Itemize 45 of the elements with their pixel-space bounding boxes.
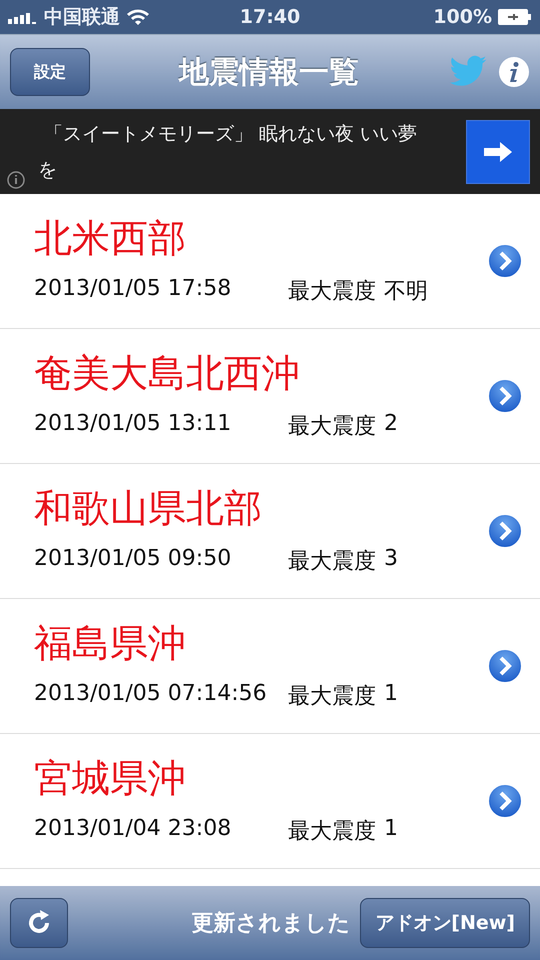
date-time: 2013/01/05 13:11 <box>34 411 232 438</box>
disclosure-icon[interactable] <box>486 242 524 280</box>
intensity-label: 最大震度 <box>288 818 376 846</box>
intensity-value: 3 <box>384 546 398 573</box>
intensity-value: 不明 <box>384 278 428 306</box>
arrow-icon <box>482 140 514 164</box>
signal-icon <box>8 10 38 24</box>
page-title: 地震情報一覧 <box>177 54 360 92</box>
info-icon[interactable] <box>498 56 530 88</box>
intensity-value: 1 <box>384 681 398 708</box>
place-name: 奄美大島北西沖 <box>34 351 301 395</box>
place-name: 宮城県沖 <box>34 756 187 800</box>
quake-row[interactable]: 和歌山県北部 2013/01/05 09:50 最大震度 3 <box>0 464 540 599</box>
intensity-label: 最大震度 <box>288 413 376 441</box>
info-icon[interactable] <box>6 170 26 190</box>
refresh-button[interactable] <box>10 898 68 948</box>
wifi-icon <box>126 8 150 26</box>
disclosure-icon[interactable] <box>486 377 524 415</box>
intensity-label: 最大震度 <box>288 683 376 711</box>
intensity-label: 最大震度 <box>288 278 376 306</box>
settings-button[interactable]: 設定 <box>10 48 90 96</box>
date-time: 2013/01/05 09:50 <box>34 546 232 573</box>
quake-row[interactable]: 奄美大島北西沖 2013/01/05 13:11 最大震度 2 <box>0 329 540 464</box>
intensity-value: 2 <box>384 411 398 438</box>
quake-row[interactable]: 福島県沖 2013/01/05 07:14:56 最大震度 1 <box>0 599 540 734</box>
date-time: 2013/01/05 07:14:56 <box>34 681 268 708</box>
arrow-button[interactable] <box>466 120 530 184</box>
quake-row[interactable]: 北米西部 2013/01/05 17:58 最大震度 不明 <box>0 194 540 329</box>
place-name: 和歌山県北部 <box>34 486 263 530</box>
update-status: 更新されました <box>190 910 350 938</box>
disclosure-icon[interactable] <box>486 782 524 820</box>
intensity-value: 1 <box>384 816 398 843</box>
carrier-name: 中国联通 <box>44 5 120 30</box>
intensity-label: 最大震度 <box>288 548 376 576</box>
battery-icon <box>498 9 532 25</box>
date-time: 2013/01/04 23:08 <box>34 816 232 843</box>
date-time: 2013/01/05 17:58 <box>34 276 232 303</box>
quake-row[interactable]: 宮城県沖 2013/01/04 23:08 最大震度 1 <box>0 734 540 869</box>
place-name: 福島県沖 <box>34 621 187 665</box>
disclosure-icon[interactable] <box>486 512 524 550</box>
battery-percent: 100% <box>433 6 492 28</box>
addon-button[interactable]: アドオン[New] <box>360 898 530 948</box>
status-time: 17:40 <box>240 6 300 28</box>
place-name: 北米西部 <box>34 216 187 260</box>
disclosure-icon[interactable] <box>486 647 524 685</box>
